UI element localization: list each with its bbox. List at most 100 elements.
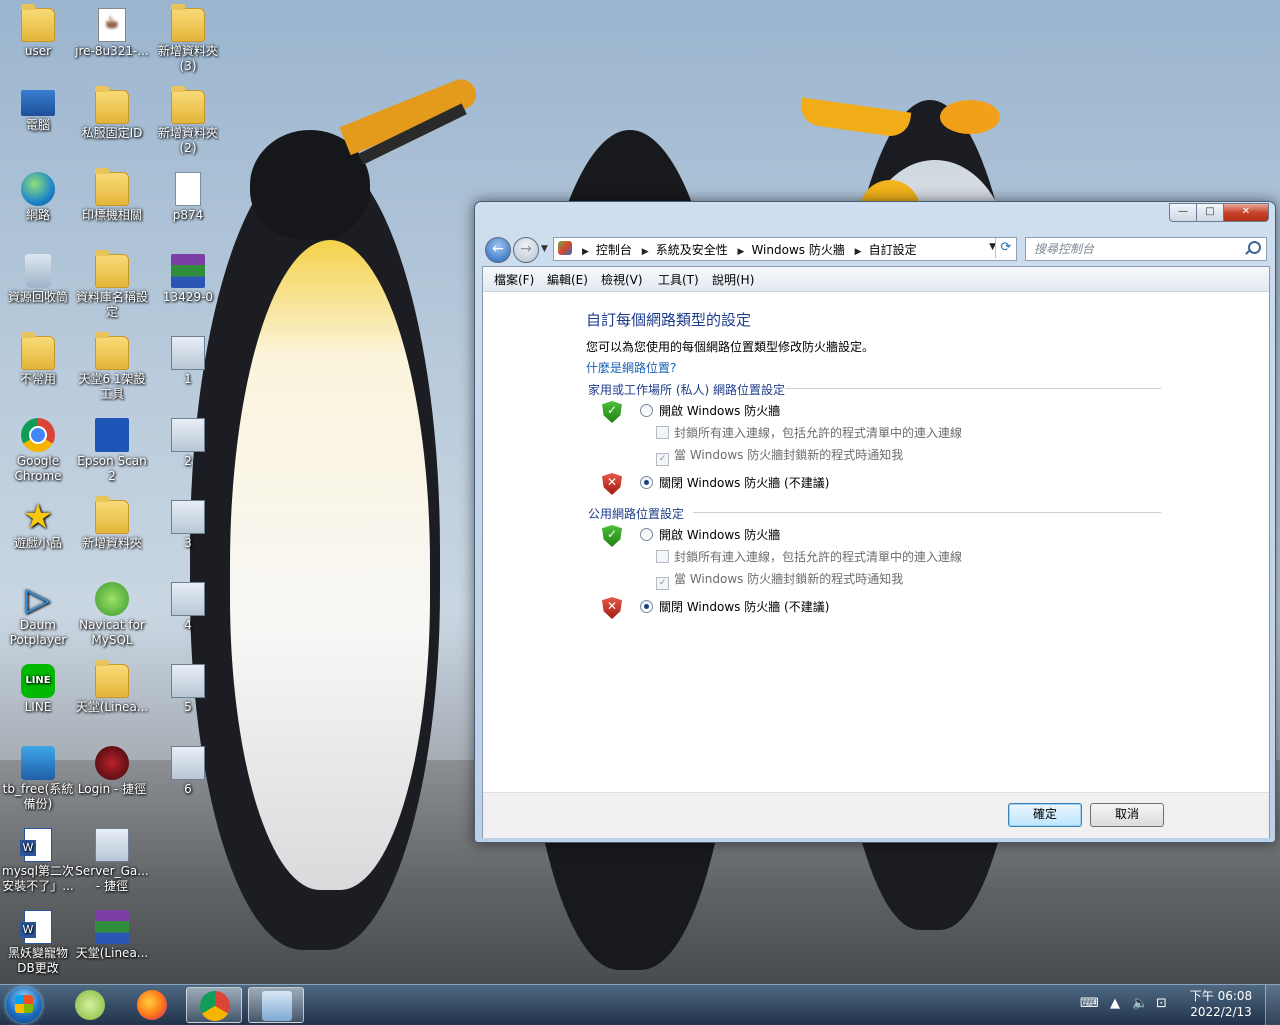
desktop-icon-4[interactable]: 4	[150, 576, 226, 633]
cancel-button[interactable]: 取消	[1090, 803, 1164, 827]
desktop-icon-recycle-bin[interactable]: 資源回收筒	[0, 248, 76, 305]
recent-pages-dropdown[interactable]: ▼	[541, 244, 548, 254]
private-enable-radio[interactable]	[640, 404, 653, 417]
word-doc-icon	[20, 828, 52, 862]
desktop-icon-chrome[interactable]: Google Chrome	[0, 412, 76, 484]
desktop-icon-mysql-doc[interactable]: mysql第二次安裝不了」...	[0, 822, 76, 894]
potplayer-icon: ▷	[25, 580, 51, 618]
maximize-button[interactable]: □	[1196, 203, 1224, 222]
back-button[interactable]: ←	[485, 237, 511, 263]
private-enable-label: 開啟 Windows 防火牆	[659, 404, 781, 418]
desktop-icon-label-printer[interactable]: 印標機相關	[74, 166, 150, 223]
desktop-icon-lineage-tools[interactable]: 天堂6.1架設工具	[74, 330, 150, 402]
private-enable-firewall-option[interactable]: 開啟 Windows 防火牆	[640, 402, 780, 419]
app-window-icon	[171, 418, 205, 452]
menu-tools[interactable]: 工具(T)	[658, 271, 699, 288]
window-client-area: 檔案(F) 編輯(E) 檢視(V) 工具(T) 說明(H) 自訂每個網路類型的設…	[482, 266, 1270, 838]
taskbar-chrome[interactable]	[186, 987, 242, 1023]
shield-check-icon: ✓	[602, 525, 622, 547]
desktop-icon-potplayer[interactable]: ▷ Daum Potplayer	[0, 576, 76, 648]
desktop-icon-pet-db-doc[interactable]: 黑妖變寵物DB更改	[0, 904, 76, 976]
desktop-icon-rarely-used[interactable]: 不常用	[0, 330, 76, 387]
desktop-icon-6[interactable]: 6	[150, 740, 226, 797]
public-notify-checkbox: ✓	[656, 577, 669, 590]
breadcrumb-windows-firewall[interactable]: Windows 防火牆	[751, 243, 844, 257]
search-icon[interactable]	[1248, 241, 1261, 254]
desktop-icon-games[interactable]: ★ 遊戲小品	[0, 494, 76, 551]
start-button[interactable]	[6, 987, 42, 1023]
desktop-icon-server-shortcut[interactable]: Server_Ga... - 捷徑	[74, 822, 150, 894]
menu-view[interactable]: 檢視(V)	[601, 271, 643, 288]
desktop-icon-folder-3[interactable]: 新增資料夾 (3)	[150, 2, 226, 74]
desktop-icon-lineage-rar[interactable]: 天堂(Linea...	[74, 904, 150, 961]
page-title: 自訂每個網路類型的設定	[586, 311, 752, 329]
keyboard-icon[interactable]: ⌨	[1080, 996, 1099, 1011]
network-tray-icon[interactable]: ⊡	[1156, 996, 1167, 1011]
menu-file[interactable]: 檔案(F)	[494, 271, 534, 288]
clock[interactable]: 下午 06:08 2022/2/13	[1186, 988, 1256, 1020]
breadcrumb-chevron-icon[interactable]: ▶	[738, 247, 745, 257]
address-bar[interactable]: ▶ 控制台 ▶ 系統及安全性 ▶ Windows 防火牆 ▶ 自訂設定 ▼ ⟳	[553, 237, 1017, 261]
menu-bar: 檔案(F) 編輯(E) 檢視(V) 工具(T) 說明(H)	[483, 267, 1269, 292]
desktop-icon-navicat[interactable]: Navicat for MySQL	[74, 576, 150, 648]
desktop-icon-2[interactable]: 2	[150, 412, 226, 469]
desktop-icon-lineage-folder[interactable]: 天堂(Linea...	[74, 658, 150, 715]
private-disable-firewall-option[interactable]: 關閉 Windows 防火牆 (不建議)	[640, 474, 829, 491]
private-notify-option: ✓ 當 Windows 防火牆封鎖新的程式時通知我	[656, 446, 903, 466]
desktop-icon-13429[interactable]: 13429-0	[150, 248, 226, 305]
shield-x-icon: ✕	[602, 473, 622, 495]
breadcrumb-system-security[interactable]: 系統及安全性	[656, 243, 728, 257]
private-notify-checkbox: ✓	[656, 453, 669, 466]
desktop-icon-3[interactable]: 3	[150, 494, 226, 551]
desktop-icon-db-name[interactable]: 資料庫名稱設定	[74, 248, 150, 320]
app-window-icon	[171, 664, 205, 698]
public-enable-radio[interactable]	[640, 528, 653, 541]
minimize-button[interactable]: —	[1169, 203, 1197, 222]
private-block-all-label: 封鎖所有連入連線，包括允許的程式清單中的連入連線	[674, 426, 963, 440]
desktop-icon-user[interactable]: user	[0, 2, 76, 59]
navigation-bar: ← → ▼ ▶ 控制台 ▶ 系統及安全性 ▶ Windows 防火牆 ▶ 自訂設定 ▼ …	[483, 235, 1267, 263]
show-desktop-button[interactable]	[1265, 985, 1280, 1025]
taskbar-control-panel[interactable]	[248, 987, 304, 1023]
taskbar-firefox[interactable]	[124, 987, 180, 1023]
desktop-icon-new-folder[interactable]: 新增資料夾	[74, 494, 150, 551]
private-notify-label: 當 Windows 防火牆封鎖新的程式時通知我	[674, 448, 904, 462]
menu-help[interactable]: 說明(H)	[712, 271, 754, 288]
breadcrumb-chevron-icon[interactable]: ▶	[582, 247, 589, 257]
breadcrumb-control-panel[interactable]: 控制台	[596, 243, 632, 257]
desktop-icon-5[interactable]: 5	[150, 658, 226, 715]
public-disable-radio[interactable]	[640, 600, 653, 613]
menu-edit[interactable]: 編輯(E)	[547, 271, 588, 288]
public-disable-label: 關閉 Windows 防火牆 (不建議)	[659, 600, 830, 614]
desktop-icon-tb-free[interactable]: tb_free(系統備份)	[0, 740, 76, 812]
ok-button[interactable]: 確定	[1008, 803, 1082, 827]
refresh-button[interactable]: ⟳	[995, 238, 1016, 258]
public-enable-firewall-option[interactable]: 開啟 Windows 防火牆	[640, 526, 780, 543]
close-button[interactable]: ✕	[1223, 203, 1269, 222]
search-input[interactable]	[1032, 241, 1246, 257]
desktop-icon-epson-scan[interactable]: Epson Scan 2	[74, 412, 150, 484]
breadcrumb-chevron-icon[interactable]: ▶	[855, 247, 862, 257]
desktop-icon-login[interactable]: Login - 捷徑	[74, 740, 150, 797]
private-disable-radio[interactable]	[640, 476, 653, 489]
forward-button[interactable]: →	[513, 237, 539, 263]
desktop-icon-computer[interactable]: 電腦	[0, 84, 76, 133]
desktop-icon-folder-2[interactable]: 新增資料夾 (2)	[150, 84, 226, 156]
navicat-icon	[95, 582, 129, 616]
desktop-icon-p874[interactable]: p874	[150, 166, 226, 223]
shield-x-icon: ✕	[602, 597, 622, 619]
windows-logo-icon	[15, 995, 33, 1013]
desktop-icon-network[interactable]: 網路	[0, 166, 76, 223]
breadcrumb-customize-settings[interactable]: 自訂設定	[869, 243, 917, 257]
desktop-icon-private-id[interactable]: 私服固定ID	[74, 84, 150, 141]
desktop-icon-jre[interactable]: jre-8u321-...	[74, 2, 150, 59]
public-disable-firewall-option[interactable]: 關閉 Windows 防火牆 (不建議)	[640, 598, 829, 615]
breadcrumb-chevron-icon[interactable]: ▶	[642, 247, 649, 257]
show-hidden-icons-icon[interactable]: ▲	[1110, 996, 1120, 1011]
taskbar-clipboard-app[interactable]	[62, 987, 118, 1023]
network-location-help-link[interactable]: 什麼是網路位置?	[586, 359, 676, 376]
public-block-all-checkbox	[656, 550, 669, 563]
volume-icon[interactable]: 🔈	[1132, 996, 1148, 1011]
desktop-icon-1[interactable]: 1	[150, 330, 226, 387]
desktop-icon-line[interactable]: LINE LINE	[0, 658, 76, 715]
